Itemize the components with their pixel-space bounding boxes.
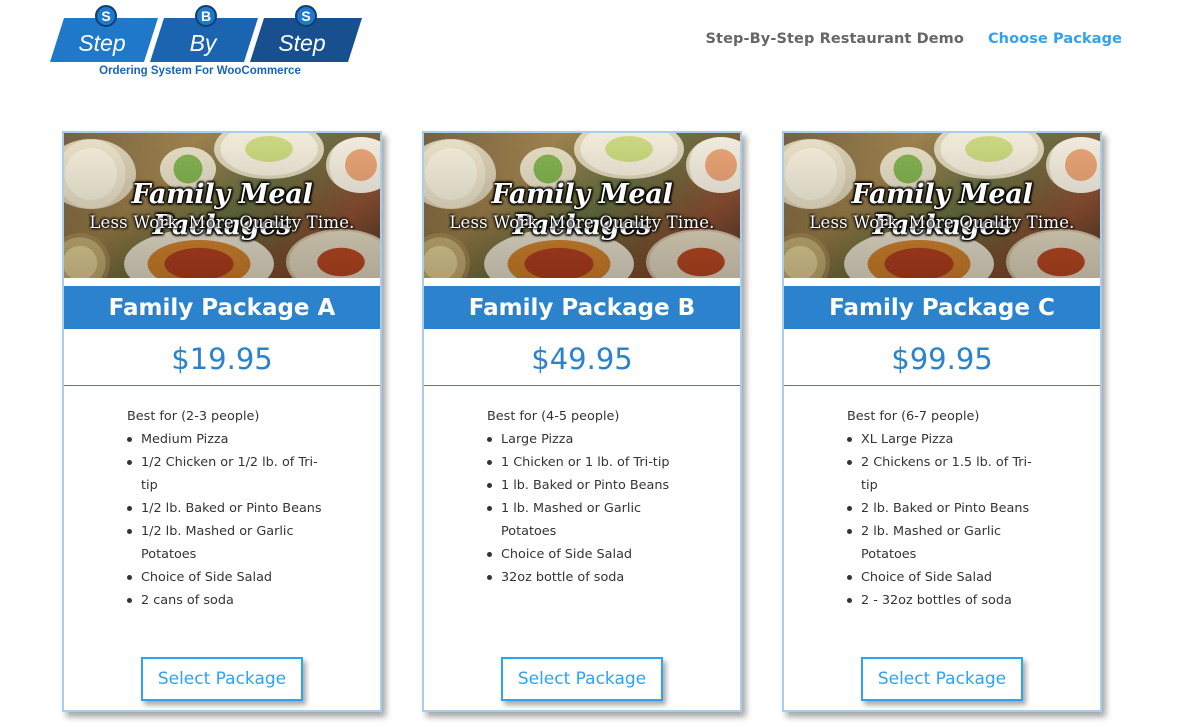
package-item: XL Large Pizza [847, 428, 1047, 451]
select-package-button[interactable]: Select Package [861, 657, 1023, 701]
logo-tagline: Ordering System For WooCommerce [99, 65, 301, 77]
package-items-list: Medium Pizza 1/2 Chicken or 1/2 lb. of Tr… [127, 428, 327, 612]
package-card-b: Family Meal Packages Less Work. More Qua… [422, 131, 742, 712]
package-name: Family Package B [424, 286, 740, 329]
package-item: Choice of Side Salad [487, 543, 687, 566]
svg-text:B: B [201, 8, 211, 24]
package-item: 2 lb. Baked or Pinto Beans [847, 497, 1047, 520]
family-meal-banner-image: Family Meal Packages Less Work. More Qua… [784, 133, 1100, 278]
package-price: $19.95 [64, 329, 380, 386]
package-item: Medium Pizza [127, 428, 327, 451]
package-item: 2 Chickens or 1.5 lb. of Tri-tip [847, 451, 1047, 497]
package-item: 1 Chicken or 1 lb. of Tri-tip [487, 451, 687, 474]
site-logo[interactable]: S B S Step By Step Ordering System For W… [50, 4, 370, 82]
nav-link-choose-package[interactable]: Choose Package [988, 31, 1122, 47]
package-card-c: Family Meal Packages Less Work. More Qua… [782, 131, 1102, 712]
logo-word-step: Step [78, 30, 126, 56]
package-item: 1 lb. Mashed or Garlic Potatoes [487, 497, 687, 543]
package-item: 32oz bottle of soda [487, 566, 687, 589]
package-price: $99.95 [784, 329, 1100, 386]
select-package-button[interactable]: Select Package [141, 657, 303, 701]
package-item: 2 cans of soda [127, 589, 327, 612]
package-name: Family Package C [784, 286, 1100, 329]
logo-word-step-2: Step [278, 30, 326, 56]
banner-subtitle: Less Work. More Quality Time. [449, 213, 715, 232]
nav-link-restaurant-demo[interactable]: Step-By-Step Restaurant Demo [706, 31, 964, 47]
package-item: 1/2 Chicken or 1/2 lb. of Tri-tip [127, 451, 327, 497]
best-for-text: Best for (4-5 people) [487, 409, 620, 424]
svg-text:S: S [301, 8, 310, 24]
badge-b-icon: B [195, 5, 217, 27]
family-meal-banner-image: Family Meal Packages Less Work. More Qua… [64, 133, 380, 278]
package-card-a: Family Meal Packages Less Work. More Qua… [62, 131, 382, 712]
family-meal-banner-image: Family Meal Packages Less Work. More Qua… [424, 133, 740, 278]
package-details: Best for (4-5 people) Large Pizza 1 Chick… [487, 405, 687, 589]
best-for-text: Best for (2-3 people) [127, 409, 260, 424]
main-nav: Step-By-Step Restaurant Demo Choose Pack… [706, 31, 1122, 47]
package-item: 1/2 lb. Baked or Pinto Beans [127, 497, 327, 520]
package-details: Best for (6-7 people) XL Large Pizza 2 Ch… [847, 405, 1047, 612]
package-item: Choice of Side Salad [127, 566, 327, 589]
select-package-button[interactable]: Select Package [501, 657, 663, 701]
step-by-step-logo-graphic: S B S Step By Step Ordering System For W… [50, 5, 362, 77]
package-item: Choice of Side Salad [847, 566, 1047, 589]
package-item: 1/2 lb. Mashed or Garlic Potatoes [127, 520, 327, 566]
package-item: 2 - 32oz bottles of soda [847, 589, 1047, 612]
package-items-list: XL Large Pizza 2 Chickens or 1.5 lb. of T… [847, 428, 1047, 612]
logo-word-by: By [190, 30, 218, 56]
best-for-text: Best for (6-7 people) [847, 409, 980, 424]
package-details: Best for (2-3 people) Medium Pizza 1/2 Ch… [127, 405, 327, 612]
package-items-list: Large Pizza 1 Chicken or 1 lb. of Tri-tip… [487, 428, 687, 589]
badge-s-icon: S [95, 5, 117, 27]
banner-subtitle: Less Work. More Quality Time. [89, 213, 355, 232]
svg-text:S: S [101, 8, 110, 24]
package-item: Large Pizza [487, 428, 687, 451]
package-name: Family Package A [64, 286, 380, 329]
package-price: $49.95 [424, 329, 740, 386]
banner-subtitle: Less Work. More Quality Time. [809, 213, 1075, 232]
package-item: 1 lb. Baked or Pinto Beans [487, 474, 687, 497]
package-item: 2 lb. Mashed or Garlic Potatoes [847, 520, 1047, 566]
badge-s2-icon: S [295, 5, 317, 27]
